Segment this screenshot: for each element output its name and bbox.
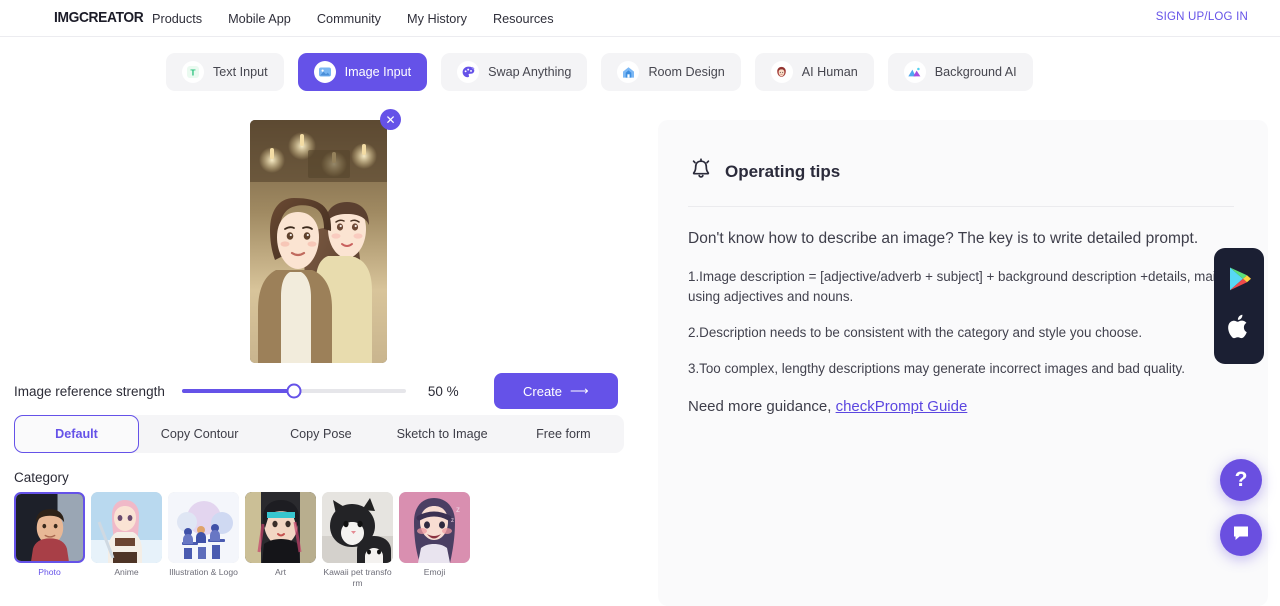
mountain-icon (903, 61, 926, 83)
category-heading: Category (14, 470, 69, 485)
text-input-icon: T (182, 61, 204, 83)
mode-tab-label: Room Design (648, 65, 725, 79)
remove-image-button[interactable]: ✕ (380, 109, 401, 130)
palette-icon (457, 61, 480, 83)
brand-logo[interactable]: IMGCREATOR (54, 9, 144, 26)
mode-tab-label: Swap Anything (488, 65, 572, 79)
slider-handle[interactable] (286, 383, 302, 399)
app-store-badges[interactable] (1214, 248, 1264, 364)
mode-tab-label: Image Input (344, 65, 412, 79)
mode-tab-room-design[interactable]: Room Design (601, 53, 741, 91)
reference-strength-label: Image reference strength (14, 383, 165, 399)
category-thumbnail (168, 492, 239, 563)
mode-tab-ai-human[interactable]: AI Human (754, 53, 874, 91)
category-label: Illustration & Logo (169, 567, 238, 577)
prompt-guide-link[interactable]: checkPrompt Guide (836, 398, 968, 415)
nav-item-mobile-app[interactable]: Mobile App (228, 12, 291, 26)
submode-tab-copy-pose[interactable]: Copy Pose (260, 415, 381, 453)
category-item-art[interactable]: Art (245, 492, 316, 588)
operating-tips-header: Operating tips (688, 156, 1234, 187)
chat-icon (1231, 523, 1251, 548)
person-face-icon (770, 61, 793, 83)
bell-icon (688, 156, 714, 187)
submode-tab-sketch-to-image[interactable]: Sketch to Image (382, 415, 503, 453)
nav-item-community[interactable]: Community (317, 12, 381, 26)
mode-tab-bar: T Text Input Image Input Swap Anything R… (0, 53, 1280, 91)
category-thumbnail (14, 492, 85, 563)
uploaded-image-preview: ✕ (250, 109, 401, 363)
main-nav: Products Mobile App Community My History… (152, 0, 554, 37)
submode-tab-default[interactable]: Default (14, 415, 139, 453)
site-header: IMGCREATOR Products Mobile App Community… (0, 0, 1280, 37)
reference-strength-value: 50 % (427, 383, 459, 399)
tips-footer-text: Need more guidance, (688, 397, 836, 415)
tips-divider (688, 206, 1234, 207)
category-item-emoji[interactable]: z z Emoji (399, 492, 470, 588)
nav-item-resources[interactable]: Resources (493, 12, 554, 26)
category-list: Photo Anime Illustration & Logo Art Kawa… (14, 492, 470, 588)
category-label: Emoji (423, 567, 446, 577)
submode-tab-copy-contour[interactable]: Copy Contour (139, 415, 260, 453)
tips-item-3: 3.Too complex, lengthy descriptions may … (688, 360, 1185, 376)
reference-strength-row: Image reference strength 50 % Create ⟶ (14, 373, 624, 409)
category-thumbnail (322, 492, 393, 563)
mode-tab-background-ai[interactable]: Background AI (887, 53, 1033, 91)
mode-tab-image-input[interactable]: Image Input (297, 53, 428, 91)
create-button[interactable]: Create ⟶ (493, 373, 618, 409)
nav-item-my-history[interactable]: My History (407, 12, 467, 26)
image-input-icon (313, 61, 336, 83)
question-mark-icon: ? (1234, 468, 1248, 491)
category-item-illustration-logo[interactable]: Illustration & Logo (168, 492, 239, 588)
svg-text:z: z (451, 518, 454, 524)
house-icon (617, 61, 640, 83)
category-thumbnail (91, 492, 162, 563)
category-item-kawaii-pet-transform[interactable]: Kawaii pet transform (322, 492, 393, 588)
mode-tab-text-input[interactable]: T Text Input (166, 53, 284, 91)
submode-tab-free-form[interactable]: Free form (503, 415, 624, 453)
category-label: Art (275, 567, 286, 577)
mode-tab-label: AI Human (801, 65, 858, 79)
nav-item-products[interactable]: Products (152, 12, 202, 26)
tips-footer: Need more guidance, checkPrompt Guide (688, 398, 1234, 415)
arrow-right-icon: ⟶ (570, 383, 589, 398)
operating-tips-title: Operating tips (725, 161, 841, 181)
category-thumbnail: z z (399, 492, 470, 563)
category-item-photo[interactable]: Photo (14, 492, 85, 588)
mode-tab-label: Text Input (213, 65, 268, 79)
help-button[interactable]: ? (1220, 459, 1262, 501)
tips-item-2: 2.Description needs to be consistent wit… (688, 324, 1143, 340)
slider-fill (181, 389, 294, 393)
operating-tips-panel: Operating tips Don't know how to describ… (658, 120, 1268, 606)
svg-text:z: z (456, 505, 460, 514)
category-label: Photo (38, 567, 61, 577)
google-play-icon[interactable] (1226, 265, 1252, 298)
category-label: Kawaii pet transform (323, 567, 392, 588)
category-label: Anime (114, 567, 139, 577)
reference-image[interactable] (250, 120, 387, 363)
submode-tab-bar: Default Copy Contour Copy Pose Sketch to… (14, 415, 624, 453)
create-button-label: Create (523, 383, 563, 399)
apple-icon[interactable] (1226, 312, 1252, 347)
svg-text:T: T (190, 67, 196, 77)
mode-tab-swap-anything[interactable]: Swap Anything (441, 53, 588, 91)
category-item-anime[interactable]: Anime (91, 492, 162, 588)
reference-strength-slider[interactable] (181, 383, 406, 399)
mode-tab-label: Background AI (934, 65, 1017, 79)
sign-up-log-in-link[interactable]: SIGN UP/LOG IN (1156, 11, 1248, 23)
chat-button[interactable] (1220, 514, 1262, 556)
tips-lead-text: Don't know how to describe an image? The… (688, 230, 1199, 247)
tips-item-1: 1.Image description = [adjective/adverb … (688, 268, 1233, 304)
category-thumbnail (245, 492, 316, 563)
